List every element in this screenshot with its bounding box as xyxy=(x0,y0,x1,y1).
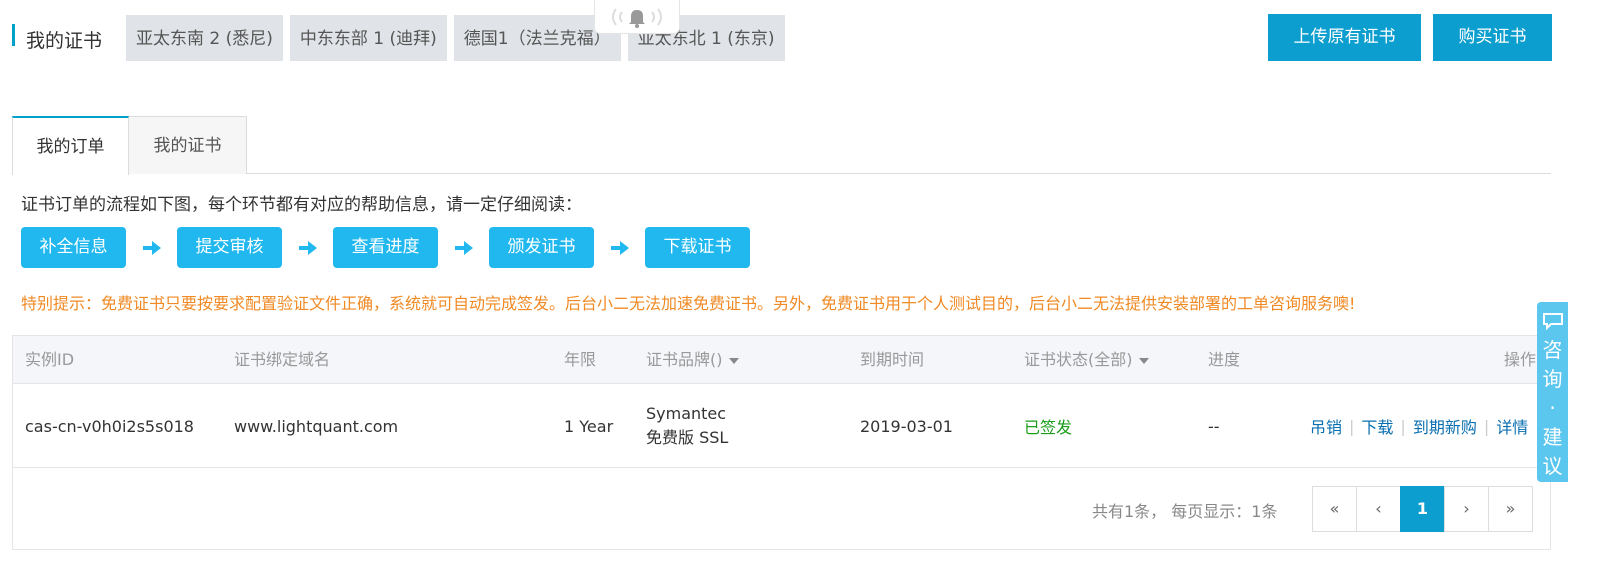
header-brand-filter[interactable]: 证书品牌() xyxy=(646,336,739,384)
last-page-button[interactable]: » xyxy=(1488,486,1533,532)
region-tab-sydney[interactable]: 亚太东南 2 (悉尼) xyxy=(126,15,283,61)
tab-my-certificates[interactable]: 我的证书 xyxy=(129,116,247,174)
region-tab-dubai[interactable]: 中东东部 1 (迪拜) xyxy=(289,15,447,61)
page-title: 我的证书 xyxy=(26,30,103,52)
current-page-button[interactable]: 1 xyxy=(1400,486,1445,532)
chat-icon xyxy=(1542,313,1563,330)
separator: | xyxy=(1483,416,1490,436)
cell-term: 1 Year xyxy=(564,416,614,436)
pagination-info: 共有1条， 每页显示：1条 xyxy=(1092,502,1278,521)
header-status-label: 证书状态(全部) xyxy=(1024,350,1133,369)
download-link[interactable]: 下载 xyxy=(1361,414,1393,438)
cell-progress: -- xyxy=(1208,416,1220,436)
header-instance-id: 实例ID xyxy=(25,350,75,369)
flow-step-issue-certificate[interactable]: 颁发证书 xyxy=(489,227,594,268)
separator: | xyxy=(1349,416,1355,436)
page-header: 我的证书 亚太东南 2 (悉尼) 中东东部 1 (迪拜) 德国1（法兰克福） 亚… xyxy=(12,14,1612,62)
orders-table: 实例ID 证书绑定域名 年限 证书品牌() 到期时间 证书状态(全部) 进度 操… xyxy=(12,335,1551,550)
title-accent-bar xyxy=(12,24,15,46)
flow-step-submit-review[interactable]: 提交审核 xyxy=(177,227,282,268)
region-tabs: 亚太东南 2 (悉尼) 中东东部 1 (迪拜) 德国1（法兰克福） 亚太东北 1… xyxy=(126,15,785,61)
header-domain: 证书绑定域名 xyxy=(234,350,331,369)
tab-my-orders[interactable]: 我的订单 xyxy=(12,116,129,175)
cell-domain: www.lightquant.com xyxy=(234,416,399,436)
header-progress: 进度 xyxy=(1208,350,1241,369)
header-status-filter[interactable]: 证书状态(全部) xyxy=(1024,336,1149,384)
flow-description: 证书订单的流程如下图，每个环节都有对应的帮助信息，请一定仔细阅读： xyxy=(21,195,582,215)
bell-icon xyxy=(612,7,662,28)
arrow-right-icon xyxy=(438,240,489,256)
consult-suggest-widget[interactable]: 咨询·建议 xyxy=(1537,302,1568,482)
first-page-button[interactable]: « xyxy=(1312,486,1357,532)
flow-step-check-progress[interactable]: 查看进度 xyxy=(333,227,438,268)
flow-step-download-certificate[interactable]: 下载证书 xyxy=(645,227,750,268)
cell-brand-name: Symantec xyxy=(646,404,727,423)
header-term: 年限 xyxy=(564,350,597,369)
status-badge: 已签发 xyxy=(1024,418,1073,437)
header-actions: 操作 xyxy=(1504,350,1537,369)
header-brand-label: 证书品牌() xyxy=(646,350,723,369)
special-notice: 特别提示：免费证书只要按要求配置验证文件正确，系统就可自动完成签发。后台小二无法… xyxy=(21,294,1356,313)
arrow-right-icon xyxy=(126,240,177,256)
renew-link[interactable]: 到期新购 xyxy=(1413,414,1477,438)
cell-instance-id: cas-cn-v0h0i2s5s018 xyxy=(25,416,194,436)
arrow-right-icon xyxy=(282,240,333,256)
table-header: 实例ID 证书绑定域名 年限 证书品牌() 到期时间 证书状态(全部) 进度 操… xyxy=(13,336,1550,384)
cell-brand: Symantec 免费版 SSL xyxy=(646,384,728,468)
content-tabs: 我的订单 我的证书 xyxy=(12,116,1551,175)
revoke-link[interactable]: 吊销 xyxy=(1310,414,1342,438)
consult-label: 咨询·建议 xyxy=(1542,338,1563,478)
table-row: cas-cn-v0h0i2s5s018 www.lightquant.com 1… xyxy=(13,384,1550,468)
notification-bell[interactable] xyxy=(594,0,680,34)
prev-page-button[interactable]: ‹ xyxy=(1356,486,1401,532)
cell-actions: 吊销 | 下载 | 到期新购 | 详情 xyxy=(1310,384,1528,468)
details-link[interactable]: 详情 xyxy=(1496,414,1528,438)
next-page-button[interactable]: › xyxy=(1444,486,1489,532)
arrow-right-icon xyxy=(594,240,645,256)
pagination: « ‹ 1 › » xyxy=(1312,486,1533,532)
header-expiry: 到期时间 xyxy=(860,350,925,369)
caret-down-icon xyxy=(728,357,739,364)
order-flow: 补全信息 提交审核 查看进度 颁发证书 下载证书 xyxy=(21,227,750,268)
buy-certificate-button[interactable]: 购买证书 xyxy=(1433,14,1552,61)
upload-certificate-button[interactable]: 上传原有证书 xyxy=(1268,14,1421,61)
cell-expiry: 2019-03-01 xyxy=(860,416,953,436)
caret-down-icon xyxy=(1138,357,1149,364)
cell-brand-edition: 免费版 SSL xyxy=(646,428,729,447)
flow-step-complete-info[interactable]: 补全信息 xyxy=(21,227,126,268)
separator: | xyxy=(1400,416,1406,436)
